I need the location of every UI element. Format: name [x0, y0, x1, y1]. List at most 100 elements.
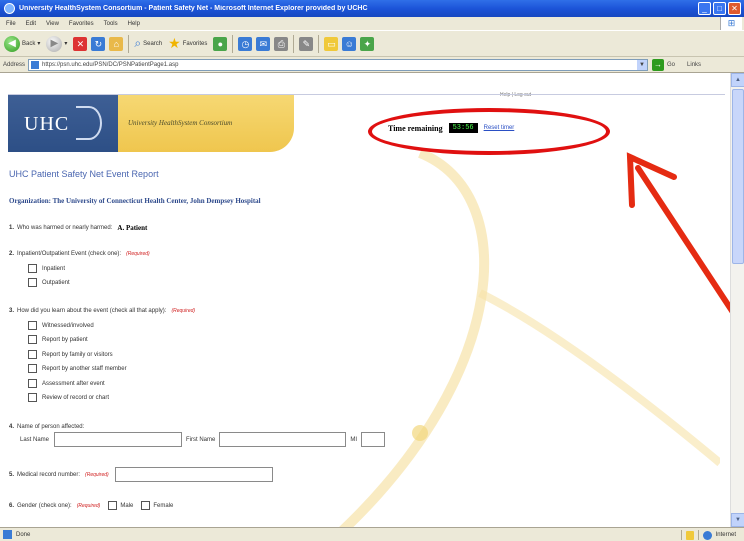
first-name-input[interactable]: [219, 432, 347, 447]
stop-icon[interactable]: ✕: [73, 36, 88, 51]
logo-swoosh-icon: [76, 106, 102, 140]
menu-view[interactable]: View: [46, 21, 59, 27]
research-icon[interactable]: ✦: [360, 36, 375, 51]
required-label: (Required): [76, 502, 101, 509]
page-icon: [31, 60, 40, 69]
option-witnessed[interactable]: Witnessed/involved: [28, 321, 94, 330]
menu-tools[interactable]: Tools: [104, 21, 118, 27]
back-arrow-icon: ◀: [4, 35, 20, 52]
question-text: Name of person affected:: [17, 424, 85, 430]
question-text: Gender (check one):: [17, 502, 72, 509]
address-url: https://psn.uhc.edu/PSN/DC/PSNPatientPag…: [42, 61, 179, 68]
option-record-review[interactable]: Review of record or chart: [28, 393, 109, 402]
scroll-down-icon[interactable]: ▼: [731, 513, 744, 527]
option-report-patient[interactable]: Report by patient: [28, 335, 88, 344]
option-outpatient[interactable]: Outpatient: [28, 278, 70, 287]
media-icon[interactable]: ●: [213, 36, 228, 51]
favorites-button[interactable]: ★ Favorites: [168, 35, 207, 52]
toolbar: ◀ Back ▾ ▶ ▾ ✕ ↻ ⌂ ⌕ Search ★ Favorites …: [0, 30, 744, 57]
history-icon[interactable]: ◷: [238, 36, 253, 51]
question-number: 5.: [9, 471, 15, 478]
chevron-down-icon[interactable]: ▼: [637, 59, 648, 70]
search-button[interactable]: ⌕ Search: [134, 36, 162, 51]
checkbox[interactable]: [28, 393, 37, 402]
menu-bar: File Edit View Favorites Tools Help ⊞: [0, 17, 744, 30]
status-text: Done: [16, 531, 31, 538]
highlight-ellipse: [368, 108, 610, 155]
question-text: How did you learn about the event (check…: [17, 308, 167, 314]
male-checkbox[interactable]: [108, 501, 118, 510]
menu-file[interactable]: File: [6, 21, 16, 27]
page-viewport: Help | Log out UHC University HealthSyst…: [0, 73, 744, 527]
folder-icon[interactable]: ▭: [324, 36, 339, 51]
option-report-family[interactable]: Report by family or visitors: [28, 350, 113, 359]
checkbox[interactable]: [28, 264, 37, 273]
go-button[interactable]: Go: [667, 62, 675, 68]
mail-icon[interactable]: ✉: [256, 36, 271, 51]
lock-icon: [685, 530, 694, 540]
question-number: 1.: [9, 225, 15, 231]
checkbox[interactable]: [28, 364, 37, 373]
mi-input[interactable]: [361, 432, 386, 447]
checkbox[interactable]: [28, 321, 37, 330]
question-text: Who was harmed or nearly harmed:: [17, 225, 113, 231]
female-checkbox[interactable]: [141, 501, 151, 510]
maximize-button[interactable]: □: [713, 2, 726, 15]
mi-label: MI: [350, 436, 358, 443]
checkbox[interactable]: [28, 278, 37, 287]
checkbox[interactable]: [28, 350, 37, 359]
vertical-scrollbar[interactable]: ▲ ▼: [730, 73, 744, 527]
search-icon: ⌕: [134, 36, 142, 50]
minimize-button[interactable]: _: [698, 2, 711, 15]
search-label: Search: [143, 40, 163, 47]
question-2: 2. Inpatient/Outpatient Event (check one…: [9, 251, 150, 257]
option-inpatient[interactable]: Inpatient: [28, 264, 65, 273]
last-name-input[interactable]: [54, 432, 183, 447]
option-label: Witnessed/involved: [42, 322, 94, 329]
home-icon[interactable]: ⌂: [109, 36, 124, 51]
question-4: 4. Name of person affected:: [9, 424, 84, 430]
toolbar-divider: [318, 34, 320, 53]
consortium-name: University HealthSystem Consortium: [128, 119, 233, 127]
window-controls: _ □ ✕: [698, 2, 741, 15]
option-label: Report by patient: [42, 336, 88, 343]
male-label: Male: [120, 502, 134, 509]
option-report-staff[interactable]: Report by another staff member: [28, 364, 127, 373]
question-1: 1. Who was harmed or nearly harmed: A. P…: [9, 224, 147, 232]
forward-button[interactable]: ▶ ▾: [46, 35, 67, 52]
scroll-up-icon[interactable]: ▲: [731, 73, 744, 87]
required-label: (Required): [85, 471, 109, 478]
back-button[interactable]: ◀ Back ▾: [4, 35, 40, 52]
header-top-links[interactable]: Help | Log out: [500, 92, 531, 98]
close-button[interactable]: ✕: [728, 2, 741, 15]
question-number: 4.: [9, 424, 15, 430]
checkbox[interactable]: [28, 335, 37, 344]
option-label: Report by family or visitors: [42, 351, 113, 358]
status-zone: Internet: [680, 530, 736, 540]
option-label: Outpatient: [42, 279, 70, 286]
menu-help[interactable]: Help: [128, 21, 140, 27]
refresh-icon[interactable]: ↻: [91, 36, 106, 51]
option-label: Assessment after event: [42, 380, 105, 387]
scrollbar-thumb[interactable]: [732, 89, 744, 264]
menu-edit[interactable]: Edit: [26, 21, 36, 27]
question-1-answer: A. Patient: [117, 224, 148, 232]
messenger-icon[interactable]: ☺: [342, 36, 357, 51]
name-row: Last Name First Name MI: [20, 432, 386, 447]
print-icon[interactable]: ⎙: [274, 36, 289, 51]
edit-icon[interactable]: ✎: [299, 36, 314, 51]
go-arrow-icon[interactable]: →: [652, 58, 665, 71]
question-number: 2.: [9, 251, 15, 257]
address-input[interactable]: https://psn.uhc.edu/PSN/DC/PSNPatientPag…: [28, 58, 649, 71]
annotation-arrow: [626, 152, 743, 326]
toolbar-divider: [293, 34, 295, 53]
medical-record-input[interactable]: [114, 467, 273, 482]
option-assessment[interactable]: Assessment after event: [28, 379, 105, 388]
question-number: 6.: [9, 502, 15, 509]
report-title: UHC Patient Safety Net Event Report: [9, 169, 159, 179]
question-number: 3.: [9, 308, 15, 314]
toolbar-divider: [128, 34, 130, 53]
menu-favorites[interactable]: Favorites: [69, 21, 94, 27]
checkbox[interactable]: [28, 379, 37, 388]
links-button[interactable]: Links: [687, 62, 701, 68]
